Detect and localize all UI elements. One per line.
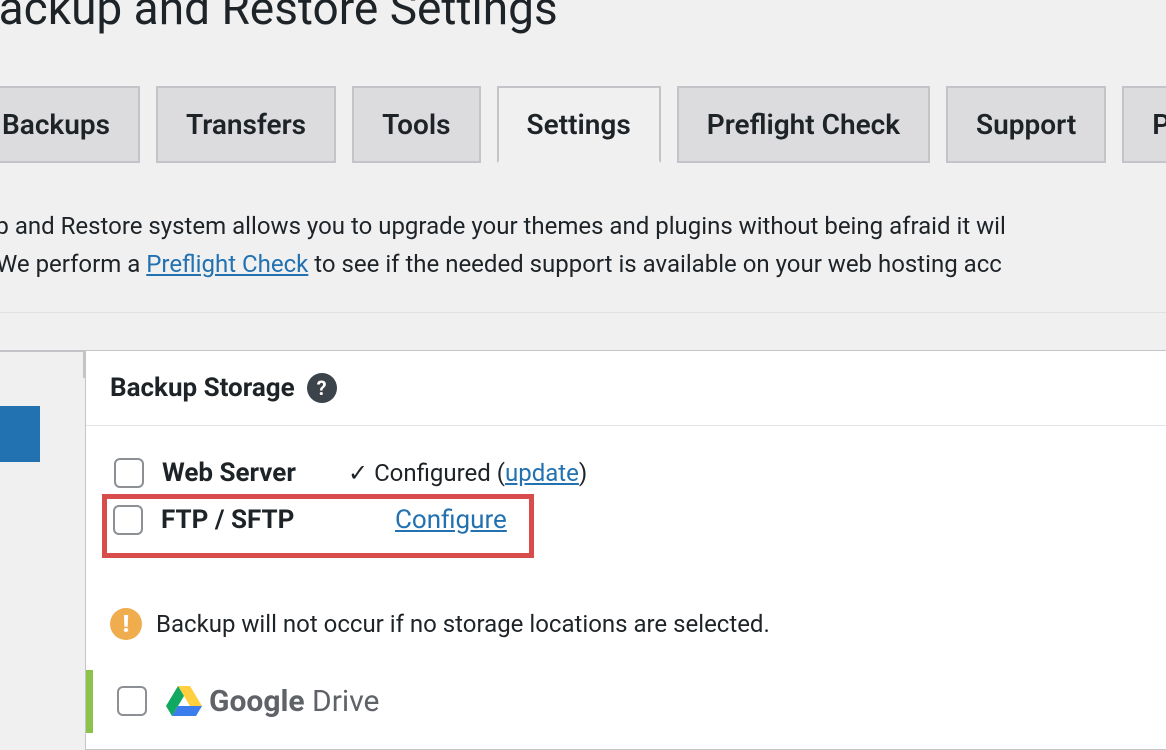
tab-transfers[interactable]: Transfers xyxy=(156,86,336,163)
highlight-ftp-row: FTP / SFTP Configure xyxy=(102,494,534,558)
page-title: Backup and Restore Settings xyxy=(0,0,1166,46)
checkbox-ftp[interactable] xyxy=(113,505,143,535)
checkbox-webserver[interactable] xyxy=(114,458,144,488)
left-sidebar: y xyxy=(0,313,85,750)
storage-rows: Web Server ✓ Configured (update) FTP / S… xyxy=(86,426,1166,566)
label-ftp: FTP / SFTP xyxy=(161,505,329,535)
gdrive-text: Google Drive xyxy=(209,684,379,719)
checkbox-gdrive[interactable] xyxy=(117,686,147,716)
intro-part3: to see if the needed support is availabl… xyxy=(308,250,1002,278)
warning-row: ! Backup will not occur if no storage lo… xyxy=(86,566,1166,670)
storage-row-webserver: Web Server ✓ Configured (update) xyxy=(110,452,1142,494)
tab-support[interactable]: Support xyxy=(946,86,1106,163)
gdrive-icon xyxy=(165,684,203,718)
preflight-link[interactable]: Preflight Check xyxy=(146,250,308,278)
panel-header: Backup Storage ? xyxy=(86,351,1166,426)
warning-text: Backup will not occur if no storage loca… xyxy=(156,610,770,638)
tab-backups[interactable]: Backups xyxy=(0,86,140,163)
status-webserver: ✓ Configured (update) xyxy=(348,459,587,487)
tab-premium[interactable]: Premium xyxy=(1122,86,1166,163)
label-webserver: Web Server xyxy=(162,458,330,488)
intro-part1: kup and Restore system allows you to upg… xyxy=(0,212,1006,240)
gdrive-logo: Google Drive xyxy=(165,684,379,719)
tabs-row: Backups Transfers Tools Settings Preflig… xyxy=(0,86,1166,163)
tab-settings[interactable]: Settings xyxy=(497,86,661,163)
provider-gdrive-row: Google Drive xyxy=(86,670,1166,733)
status-text1: Configured ( xyxy=(374,459,505,487)
update-link[interactable]: update xyxy=(505,459,579,487)
gdrive-light: Drive xyxy=(305,684,380,719)
configure-ftp-link[interactable]: Configure xyxy=(395,505,507,535)
gdrive-bold: Google xyxy=(209,684,305,719)
tab-tools[interactable]: Tools xyxy=(352,86,480,163)
help-icon[interactable]: ? xyxy=(307,373,337,403)
check-mark-icon: ✓ xyxy=(348,459,368,487)
intro-text: kup and Restore system allows you to upg… xyxy=(0,207,1166,313)
status-text2: ) xyxy=(579,459,587,487)
sidebar-border xyxy=(0,350,85,378)
intro-part2: o. We perform a xyxy=(0,250,146,278)
tab-preflight[interactable]: Preflight Check xyxy=(677,86,930,163)
warning-icon: ! xyxy=(110,608,142,640)
panel-title: Backup Storage xyxy=(110,373,295,403)
sidebar-active-item[interactable] xyxy=(0,406,40,462)
